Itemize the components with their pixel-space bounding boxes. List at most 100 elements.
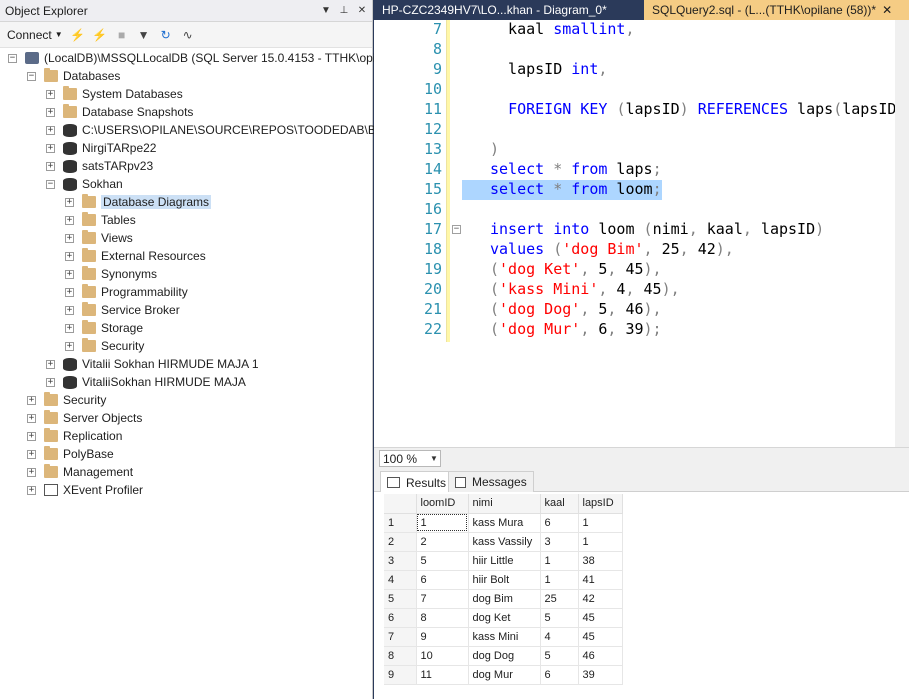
tree-node[interactable]: − Sokhan xyxy=(46,175,123,193)
tree-node[interactable]: + Tables xyxy=(65,211,136,229)
expand-icon[interactable]: + xyxy=(46,161,55,171)
tree-node[interactable]: + System Databases xyxy=(46,85,183,103)
stop-icon[interactable]: ■ xyxy=(113,26,131,44)
table-cell[interactable]: 42 xyxy=(578,589,623,609)
table-cell[interactable]: hiir Little xyxy=(468,551,541,571)
expand-icon[interactable]: + xyxy=(27,449,36,459)
expand-icon[interactable]: + xyxy=(46,107,55,117)
column-header[interactable]: lapsID xyxy=(578,494,623,514)
zoom-select[interactable]: 100 % ▼ xyxy=(379,450,441,467)
table-row[interactable]: 7 9 kass Mini 4 45 xyxy=(384,627,623,647)
tree-node[interactable]: + satsTARpv23 xyxy=(46,157,153,175)
tab-results[interactable]: Results xyxy=(380,471,454,493)
table-cell[interactable]: 2 xyxy=(416,532,469,552)
expand-icon[interactable]: + xyxy=(27,395,36,405)
table-cell[interactable]: 45 xyxy=(578,627,623,647)
table-cell[interactable]: 38 xyxy=(578,551,623,571)
expand-icon[interactable]: + xyxy=(65,323,74,333)
expand-icon[interactable]: + xyxy=(46,359,55,369)
collapse-icon[interactable]: − xyxy=(46,179,55,189)
table-cell[interactable]: hiir Bolt xyxy=(468,570,541,590)
tree-node[interactable]: + Database Snapshots xyxy=(46,103,193,121)
table-cell[interactable]: 9 xyxy=(416,627,469,647)
table-cell[interactable]: 1 xyxy=(416,513,469,533)
table-cell[interactable]: 1 xyxy=(578,532,623,552)
table-cell[interactable]: 5 xyxy=(416,551,469,571)
expand-icon[interactable]: + xyxy=(65,215,74,225)
refresh-icon[interactable]: ↻ xyxy=(157,26,175,44)
table-cell[interactable]: 6 xyxy=(540,513,579,533)
tree-node[interactable]: + Security xyxy=(27,391,106,409)
expand-icon[interactable]: + xyxy=(27,413,36,423)
tree-node[interactable]: + XEvent Profiler xyxy=(27,481,143,499)
table-cell[interactable]: 1 xyxy=(540,551,579,571)
table-cell[interactable]: 41 xyxy=(578,570,623,590)
tree-node[interactable]: + Management xyxy=(27,463,133,481)
column-header[interactable]: kaal xyxy=(540,494,579,514)
fold-toggle-icon[interactable]: − xyxy=(452,225,461,234)
table-row[interactable]: 1 1 kass Mura 6 1 xyxy=(384,513,623,533)
tree-node[interactable]: + Database Diagrams xyxy=(65,193,212,211)
table-cell[interactable]: 3 xyxy=(540,532,579,552)
table-cell[interactable]: kass Mura xyxy=(468,513,541,533)
table-cell[interactable]: 1 xyxy=(540,570,579,590)
expand-icon[interactable]: + xyxy=(27,467,36,477)
collapse-icon[interactable]: − xyxy=(27,71,36,81)
activity-monitor-icon[interactable]: ∿ xyxy=(179,26,197,44)
editor-vertical-scrollbar[interactable] xyxy=(895,20,909,447)
table-cell[interactable]: 39 xyxy=(578,665,623,685)
table-cell[interactable]: 8 xyxy=(416,608,469,628)
close-icon[interactable]: ✕ xyxy=(354,3,370,19)
expand-icon[interactable]: + xyxy=(46,377,55,387)
tree-node[interactable]: + Programmability xyxy=(65,283,188,301)
pin-icon[interactable]: ⊥ xyxy=(336,3,352,19)
dropdown-arrow-icon[interactable]: ▼ xyxy=(318,3,334,19)
collapse-icon[interactable]: − xyxy=(8,53,17,63)
tree-node[interactable]: + External Resources xyxy=(65,247,206,265)
tree-node[interactable]: + PolyBase xyxy=(27,445,114,463)
tab-messages[interactable]: Messages xyxy=(448,471,534,492)
table-cell[interactable]: dog Ket xyxy=(468,608,541,628)
tree-node[interactable]: + Vitalii Sokhan HIRMUDE MAJA 1 xyxy=(46,355,259,373)
table-cell[interactable]: 5 xyxy=(540,608,579,628)
table-cell[interactable]: dog Mur xyxy=(468,665,541,685)
expand-icon[interactable]: + xyxy=(46,89,55,99)
expand-icon[interactable]: + xyxy=(46,143,55,153)
expand-icon[interactable]: + xyxy=(65,233,74,243)
table-cell[interactable]: 5 xyxy=(540,646,579,666)
table-cell[interactable]: 4 xyxy=(540,627,579,647)
table-row[interactable]: 2 2 kass Vassily 3 1 xyxy=(384,532,623,552)
expand-icon[interactable]: + xyxy=(65,287,74,297)
table-row[interactable]: 6 8 dog Ket 5 45 xyxy=(384,608,623,628)
table-row[interactable]: 8 10 dog Dog 5 46 xyxy=(384,646,623,666)
tab-sqlquery2[interactable]: SQLQuery2.sql - (L...(TTHK\opilane (58))… xyxy=(644,0,909,20)
table-cell[interactable]: 46 xyxy=(578,646,623,666)
table-cell[interactable]: 7 xyxy=(416,589,469,609)
close-tab-icon[interactable]: ✕ xyxy=(882,3,892,17)
table-cell[interactable]: dog Dog xyxy=(468,646,541,666)
tab-diagram[interactable]: HP-CZC2349HV7\LO...khan - Diagram_0* xyxy=(374,0,636,20)
table-row[interactable]: 5 7 dog Bim 25 42 xyxy=(384,589,623,609)
table-cell[interactable]: 1 xyxy=(578,513,623,533)
expand-icon[interactable]: + xyxy=(65,269,74,279)
tree-node[interactable]: − Databases xyxy=(27,67,120,85)
table-cell[interactable]: dog Bim xyxy=(468,589,541,609)
tree-node[interactable]: + Storage xyxy=(65,319,143,337)
tree-node[interactable]: + Replication xyxy=(27,427,122,445)
table-cell[interactable]: 45 xyxy=(578,608,623,628)
table-cell[interactable]: kass Vassily xyxy=(468,532,541,552)
tree-node[interactable]: + Views xyxy=(65,229,133,247)
tree-node[interactable]: + Server Objects xyxy=(27,409,142,427)
expand-icon[interactable]: + xyxy=(27,485,36,495)
table-row[interactable]: 4 6 hiir Bolt 1 41 xyxy=(384,570,623,590)
tree-node[interactable]: + C:\USERS\OPILANE\SOURCE\REPOS\TOODEDAB\… xyxy=(46,121,391,139)
tree-node[interactable]: + Synonyms xyxy=(65,265,157,283)
tree-node[interactable]: + Service Broker xyxy=(65,301,180,319)
expand-icon[interactable]: + xyxy=(46,125,55,135)
table-cell[interactable]: kass Mini xyxy=(468,627,541,647)
results-grid[interactable]: loomID nimi kaal lapsID 1 1 kass Mura 6 1 2 2 k… xyxy=(374,492,909,699)
expand-icon[interactable]: + xyxy=(27,431,36,441)
tree-node[interactable]: − (LocalDB)\MSSQLLocalDB (SQL Server 15.0… xyxy=(8,49,389,67)
disconnect-icon[interactable]: ⚡ xyxy=(91,26,109,44)
filter-icon[interactable]: ▼ xyxy=(135,26,153,44)
